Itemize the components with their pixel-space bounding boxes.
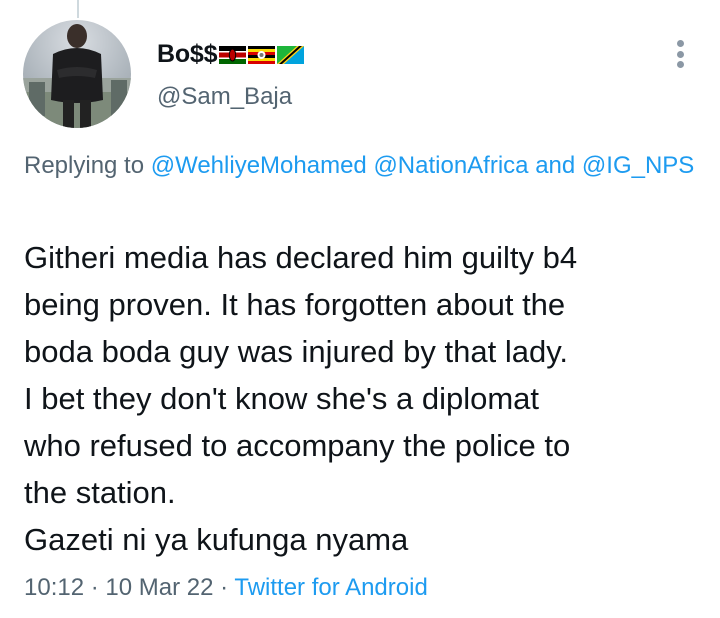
meta-separator: · <box>220 574 229 601</box>
tweet-date[interactable]: 10 Mar 22 <box>105 574 213 601</box>
more-dot <box>676 61 684 68</box>
author-name-row[interactable]: Bo$$ <box>157 40 306 69</box>
tweet-source-link[interactable]: Twitter for Android <box>234 574 427 601</box>
tweet-text-line: being proven. It has forgotten about the <box>24 287 566 322</box>
tweet-time[interactable]: 10:12 <box>24 574 84 601</box>
replying-to-conjunction[interactable]: and <box>535 152 575 179</box>
more-vertical-icon[interactable] <box>670 38 690 70</box>
tanzania-flag-icon <box>277 45 305 64</box>
meta-separator: · <box>90 574 99 601</box>
more-dot <box>676 50 684 58</box>
flag-emojis <box>219 45 306 64</box>
uganda-flag-icon <box>248 45 276 64</box>
tweet-text: Githeri media has declared him guilty b4… <box>24 234 709 563</box>
author-handle[interactable]: @Sam_Baja <box>157 83 292 111</box>
tweet-text-line: the station. <box>24 475 176 510</box>
thread-connector-line <box>77 0 79 18</box>
tweet-text-line: Githeri media has declared him guilty b4 <box>24 240 578 275</box>
kenya-flag-icon <box>219 45 247 64</box>
replying-to-line: Replying to @WehliyeMohamed @NationAfric… <box>24 150 704 182</box>
replying-to-prefix: Replying to <box>24 152 145 179</box>
mention-wehliyemohamed[interactable]: @WehliyeMohamed <box>151 152 367 179</box>
mention-nationafrica[interactable]: @NationAfrica <box>373 152 528 179</box>
avatar-image <box>23 24 131 128</box>
tweet-text-line: I bet they don't know she's a diplomat <box>24 381 540 416</box>
more-dot <box>676 40 684 47</box>
avatar[interactable] <box>23 20 131 128</box>
tweet-text-line: boda boda guy was injured by that lady. <box>24 334 569 369</box>
mention-ig-nps[interactable]: @IG_NPS <box>582 152 694 179</box>
tweet-text-line: who refused to accompany the police to <box>24 428 571 463</box>
tweet-meta: 10:12 · 10 Mar 22 · Twitter for Android <box>24 574 428 602</box>
tweet-text-line: Gazeti ni ya kufunga nyama <box>24 522 409 557</box>
author-display-name[interactable]: Bo$$ <box>157 40 218 69</box>
